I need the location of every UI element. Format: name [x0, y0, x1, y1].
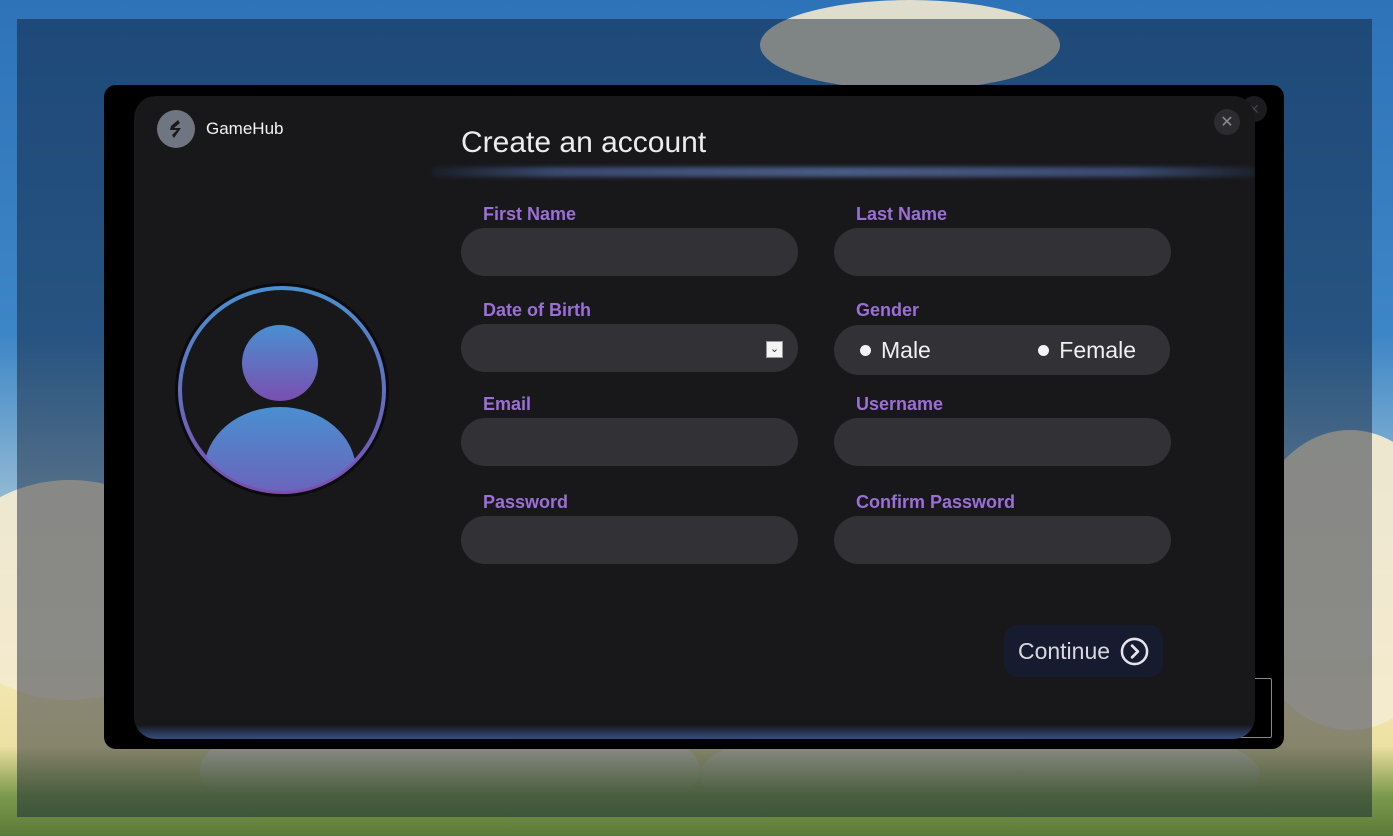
- bottom-glow: [134, 725, 1255, 739]
- gender-option-male[interactable]: Male: [860, 337, 931, 364]
- username-label: Username: [856, 394, 944, 414]
- radio-dot-icon: [1038, 344, 1050, 356]
- title-divider: [432, 167, 1255, 177]
- dob-label: Date of Birth: [483, 300, 591, 320]
- page-title: Create an account: [461, 126, 707, 159]
- gender-option-female[interactable]: Female: [1038, 337, 1136, 364]
- continue-label: Continue: [1017, 637, 1111, 664]
- continue-button[interactable]: Continue: [1004, 625, 1163, 677]
- last-name-label: Last Name: [856, 204, 948, 224]
- password-label: Password: [483, 492, 569, 512]
- confirm-password-label: Confirm Password: [856, 492, 1016, 512]
- gamehub-logo-icon: [157, 110, 195, 148]
- avatar[interactable]: [175, 283, 389, 497]
- username-field[interactable]: [834, 418, 1171, 466]
- password-field[interactable]: [461, 516, 798, 564]
- close-icon[interactable]: ✕: [1214, 109, 1240, 135]
- gender-label: Gender: [856, 300, 920, 320]
- first-name-label: First Name: [483, 204, 577, 224]
- gender-option-label: Female: [1059, 336, 1136, 363]
- chevron-down-icon[interactable]: ⌄: [766, 341, 783, 358]
- email-label: Email: [483, 394, 532, 414]
- email-field[interactable]: [461, 418, 798, 466]
- dob-field[interactable]: ⌄: [461, 324, 798, 372]
- confirm-password-field[interactable]: [834, 516, 1171, 564]
- last-name-field[interactable]: [834, 228, 1171, 276]
- radio-dot-icon: [860, 344, 871, 356]
- user-avatar-icon: [178, 286, 386, 494]
- first-name-field[interactable]: [461, 228, 798, 276]
- create-account-dialog: GameHub ✕ Create an account First Name L…: [134, 96, 1255, 739]
- brand-name: GameHub: [206, 119, 284, 138]
- gender-option-label: Male: [881, 336, 931, 363]
- brand: GameHub: [157, 110, 283, 148]
- gender-selector: Male Female: [834, 325, 1170, 375]
- chevron-right-circle-icon: [1120, 637, 1149, 665]
